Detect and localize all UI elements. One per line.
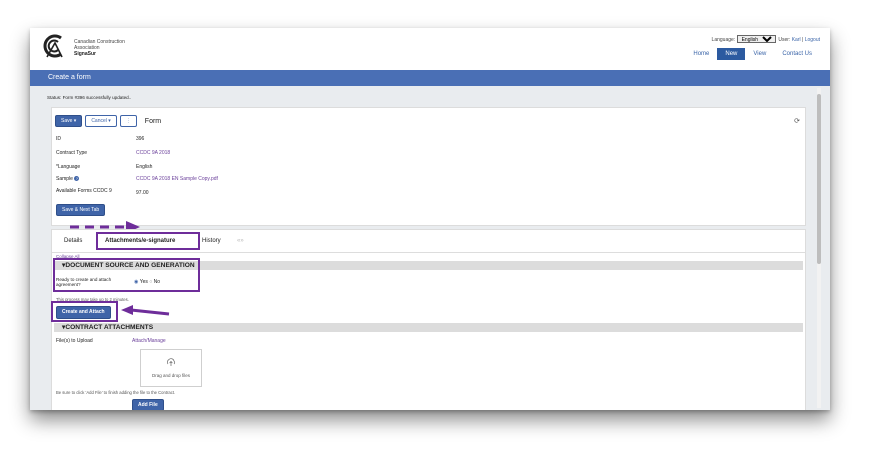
help-icon[interactable]: ? <box>74 176 80 182</box>
field-value-contract-type[interactable]: CCDC 9A 2018 <box>136 150 170 156</box>
language-select[interactable]: English <box>736 35 776 43</box>
tab-details[interactable]: Details <box>64 238 82 244</box>
save-label: Save <box>61 118 73 124</box>
attach-manage-link[interactable]: Attach/Manage <box>132 338 166 344</box>
chevron-down-icon: ▾ <box>108 118 111 124</box>
files-label: File(s) to Upload <box>56 338 93 344</box>
section-contract-title: CONTRACT ATTACHMENTS <box>65 324 154 331</box>
logout-link[interactable]: Logout <box>805 37 820 43</box>
tabs-panel: Details Attachments/e-signature History … <box>51 229 806 410</box>
field-value-language: English <box>136 164 153 170</box>
field-label-sample: Sample ? <box>56 176 80 182</box>
org-line-3: SignaSur <box>74 51 96 57</box>
add-file-note: Be sure to click 'Add File' to finish ad… <box>56 390 176 395</box>
form-label: Form <box>144 117 162 125</box>
nav-contact-us[interactable]: Contact Us <box>774 48 820 60</box>
annotation-box-section <box>53 258 200 292</box>
nav-home[interactable]: Home <box>685 48 717 60</box>
status-message: Status: Form #396 successfully updated.. <box>47 95 132 100</box>
page-title: Create a form <box>30 70 830 86</box>
annotation-box-button <box>51 301 118 322</box>
field-label-language: *Language <box>56 164 81 170</box>
sample-label: Sample <box>56 176 73 182</box>
refresh-icon[interactable]: ⟳ <box>794 117 800 125</box>
field-label-id: ID <box>56 136 61 142</box>
cancel-button[interactable]: Cancel ▾ <box>85 115 117 127</box>
separator: | <box>802 37 804 43</box>
field-label-available-forms: Available Forms CCDC 9 <box>56 188 112 194</box>
user-bar: Language: English User: Karl | Logout <box>712 35 820 43</box>
dropzone-label: Drag and drop files <box>151 373 191 378</box>
add-file-button[interactable]: Add File <box>132 399 164 410</box>
cca-logo-icon <box>43 34 63 58</box>
tabs-scroll-icon[interactable]: «» <box>237 238 244 244</box>
language-label: Language: <box>711 37 736 43</box>
main-nav: Home New View Contact Us <box>685 48 820 60</box>
user-link[interactable]: Karl <box>792 37 801 43</box>
cancel-label: Cancel <box>91 118 107 124</box>
more-options-button[interactable]: ⋮ <box>119 115 137 127</box>
user-label: User: <box>778 37 791 43</box>
field-value-id: 396 <box>136 136 145 142</box>
org-name: Canadian Construction Association SignaS… <box>74 39 125 57</box>
main-content: Status: Form #396 successfully updated..… <box>30 86 830 410</box>
form-panel: Save ▾ Cancel ▾ ⋮ Form ⟳ ID 396 Contract… <box>51 107 806 226</box>
field-value-available-forms: 97.00 <box>136 190 149 196</box>
save-next-tab-button[interactable]: Save & Next Tab <box>56 204 106 216</box>
site-header: Canadian Construction Association SignaS… <box>30 28 830 70</box>
scrollbar-thumb[interactable] <box>817 94 821 264</box>
scrollbar[interactable] <box>817 88 821 408</box>
annotation-arrow <box>121 305 170 316</box>
upload-icon <box>167 358 176 366</box>
nav-new[interactable]: New <box>717 48 746 60</box>
tabs-divider <box>52 252 805 253</box>
nav-view[interactable]: View <box>745 48 774 60</box>
annotation-box-tab <box>96 232 200 250</box>
section-contract-attachments[interactable]: ▾CONTRACT ATTACHMENTS <box>54 323 803 332</box>
field-label-contract-type: Contract Type <box>56 150 88 156</box>
save-button[interactable]: Save ▾ <box>55 115 83 127</box>
sample-link[interactable]: CCDC 9A 2018 EN Sample Copy.pdf <box>136 176 218 182</box>
tab-history[interactable]: History <box>202 238 221 244</box>
app-window: Canadian Construction Association SignaS… <box>30 28 830 410</box>
chevron-down-icon: ▾ <box>73 118 77 124</box>
file-dropzone[interactable]: Drag and drop files <box>140 349 202 387</box>
form-toolbar: Save ▾ Cancel ▾ ⋮ Form <box>55 115 161 127</box>
